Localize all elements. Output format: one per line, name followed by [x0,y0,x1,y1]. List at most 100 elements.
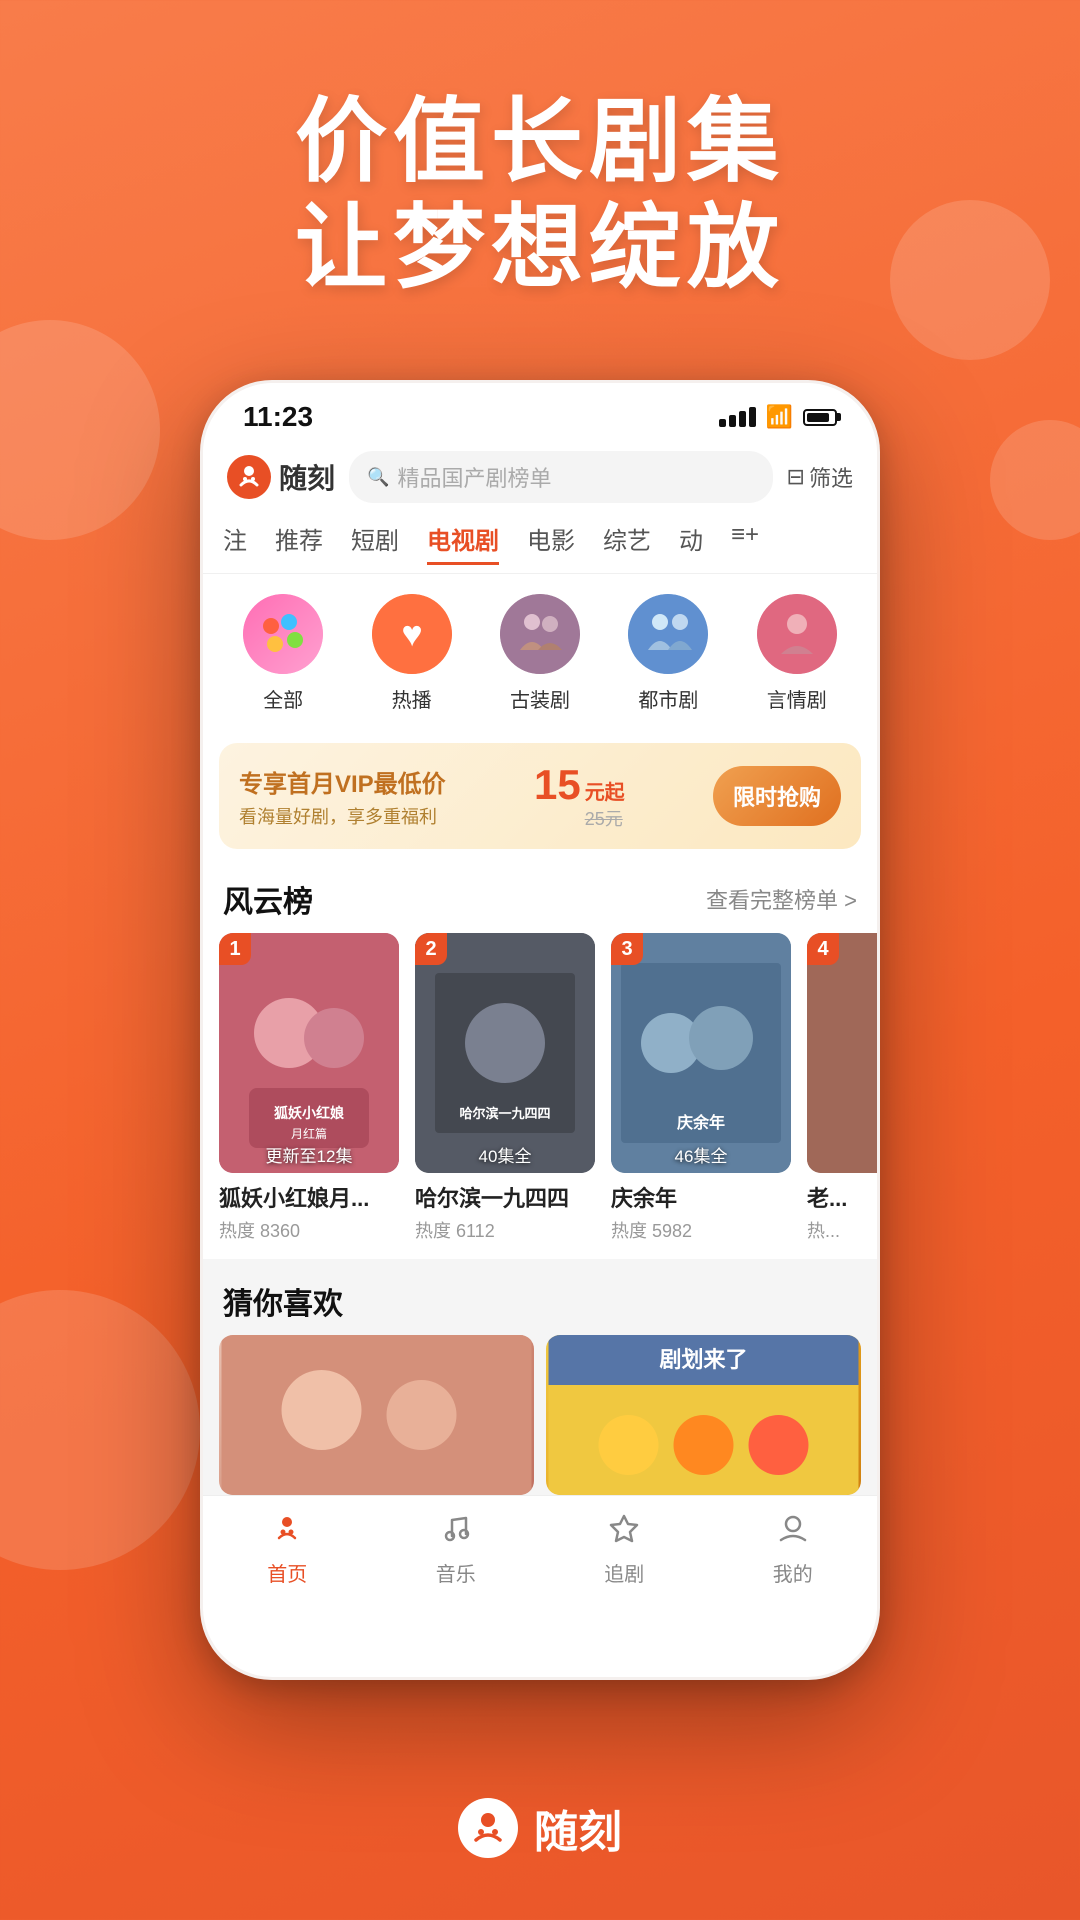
signal-icon [719,407,756,427]
nav-follow-label: 追剧 [604,1558,644,1587]
rankings-list: 1 狐妖小红娘 月红篇 更新至12集 狐妖小红娘月... 热 [203,933,877,1259]
wifi-icon: 📶 [766,404,793,430]
app-logo-icon [227,455,271,499]
rec-card-1[interactable] [219,1335,534,1495]
filter-button[interactable]: ⊟ 筛选 [787,461,853,493]
rank-card-2[interactable]: 2 哈尔滨一九四四 40集全 哈尔滨一九四四 热度 6112 [415,933,595,1243]
rank-num-4: 4 [807,933,839,965]
rankings-header: 风云榜 查看完整榜单 > [203,859,877,933]
brand-logo-icon [458,1798,518,1858]
genre-all[interactable]: 全部 [233,594,333,713]
vip-title: 专享首月VIP最低价 [239,764,446,799]
recommendations-section: 猜你喜欢 剧 [203,1259,877,1495]
genre-city-label: 都市剧 [638,684,698,713]
cat-item-7[interactable]: ≡+ [731,521,759,565]
rec-card-2[interactable]: 剧划来了 [546,1335,861,1495]
rank-name-4: 老... [807,1181,877,1213]
rec-grid: 剧划来了 [203,1335,877,1495]
status-time: 11:23 [243,401,313,433]
rank-heat-4: 热... [807,1217,877,1243]
brand-logo: 随刻 [458,1796,622,1860]
rec-title: 猜你喜欢 [223,1288,343,1321]
rank-heat-3: 热度 5982 [611,1217,791,1243]
rank-num-2: 2 [415,933,447,965]
price-number: 15 [534,761,581,809]
battery-icon [803,409,837,426]
svg-text:哈尔滨一九四四: 哈尔滨一九四四 [459,1106,550,1121]
rank-name-3: 庆余年 [611,1181,791,1213]
category-nav: 注 推荐 短剧 电视剧 电影 综艺 动 ≡+ [203,513,877,574]
cat-item-1[interactable]: 推荐 [275,521,323,565]
rec-header: 猜你喜欢 [203,1275,877,1335]
nav-home[interactable]: 首页 [203,1512,372,1587]
genre-all-label: 全部 [263,684,303,713]
genre-row: 全部 ♥ 热播 [203,574,877,733]
vip-buy-button[interactable]: 限时抢购 [713,766,841,826]
genre-city[interactable]: 都市剧 [618,594,718,713]
genre-ancient[interactable]: 古装剧 [490,594,590,713]
cat-item-0[interactable]: 注 [223,521,247,565]
svg-text:庆余年: 庆余年 [676,1113,725,1132]
genre-romance[interactable]: 言情剧 [747,594,847,713]
bottom-brand: 随刻 [0,1796,1080,1860]
nav-home-icon [271,1512,303,1552]
rank-episode-1: 更新至12集 [219,1142,399,1167]
rank-card-4[interactable]: 4 老... 热... [807,933,877,1243]
rank-num-1: 1 [219,933,251,965]
nav-music-icon [440,1512,472,1552]
app-name: 随刻 [279,457,335,497]
price-original: 25元 [585,805,625,831]
nav-follow[interactable]: 追剧 [540,1512,709,1587]
search-placeholder: 精品国产剧榜单 [397,461,551,493]
cat-item-5[interactable]: 综艺 [603,521,651,565]
hero-line2: 让梦想绽放 [0,196,1080,302]
rank-card-1[interactable]: 1 狐妖小红娘 月红篇 更新至12集 狐妖小红娘月... 热 [219,933,399,1243]
price-details: 元起 25元 [585,776,625,831]
status-bar: 11:23 📶 [203,383,877,441]
search-bar[interactable]: 🔍 精品国产剧榜单 [349,451,773,503]
phone-mockup: 11:23 📶 [200,380,880,1680]
filter-icon: ⊟ [787,464,805,490]
rank-episode-2: 40集全 [415,1142,595,1167]
brand-name: 随刻 [534,1796,622,1860]
rankings-title: 风云榜 [223,877,313,921]
genre-romance-label: 言情剧 [767,684,827,713]
vip-price: 15 元起 25元 [534,761,625,831]
rank-heat-1: 热度 8360 [219,1217,399,1243]
rank-num-3: 3 [611,933,643,965]
genre-hot-label: 热播 [392,684,432,713]
nav-follow-icon [608,1512,640,1552]
svg-text:月红篇: 月红篇 [291,1126,327,1141]
rank-thumb-4: 4 [807,933,877,1173]
cat-item-6[interactable]: 动 [679,521,703,565]
vip-info: 专享首月VIP最低价 看海量好剧，享多重福利 [239,764,446,829]
bottom-nav: 首页 音乐 [203,1495,877,1611]
svg-text:狐妖小红娘: 狐妖小红娘 [274,1105,345,1121]
nav-profile-label: 我的 [773,1558,813,1587]
rank-thumb-3: 3 庆余年 46集全 [611,933,791,1173]
search-icon: 🔍 [367,467,389,488]
cat-item-2[interactable]: 短剧 [351,521,399,565]
hero-line1: 价值长剧集 [0,90,1080,196]
cat-item-4[interactable]: 电影 [527,521,575,565]
genre-hot[interactable]: ♥ 热播 [362,594,462,713]
rank-name-1: 狐妖小红娘月... [219,1181,399,1213]
top-nav: 随刻 🔍 精品国产剧榜单 ⊟ 筛选 [203,441,877,513]
logo: 随刻 [227,455,335,499]
svg-text:♥: ♥ [401,613,422,654]
rank-card-3[interactable]: 3 庆余年 46集全 庆余年 热度 5982 [611,933,791,1243]
nav-profile-icon [777,1512,809,1552]
filter-label: 筛选 [809,461,853,493]
rank-name-2: 哈尔滨一九四四 [415,1181,595,1213]
rankings-more[interactable]: 查看完整榜单 > [706,883,857,915]
cat-item-3[interactable]: 电视剧 [427,521,499,565]
svg-text:剧划来了: 剧划来了 [659,1347,747,1372]
genre-ancient-label: 古装剧 [510,684,570,713]
nav-profile[interactable]: 我的 [709,1512,878,1587]
vip-banner[interactable]: 专享首月VIP最低价 看海量好剧，享多重福利 15 元起 25元 限时抢购 [219,743,861,849]
price-unit: 元起 [585,776,625,805]
rank-episode-3: 46集全 [611,1142,791,1167]
nav-music[interactable]: 音乐 [372,1512,541,1587]
status-icons: 📶 [719,404,837,430]
rank-heat-2: 热度 6112 [415,1217,595,1243]
